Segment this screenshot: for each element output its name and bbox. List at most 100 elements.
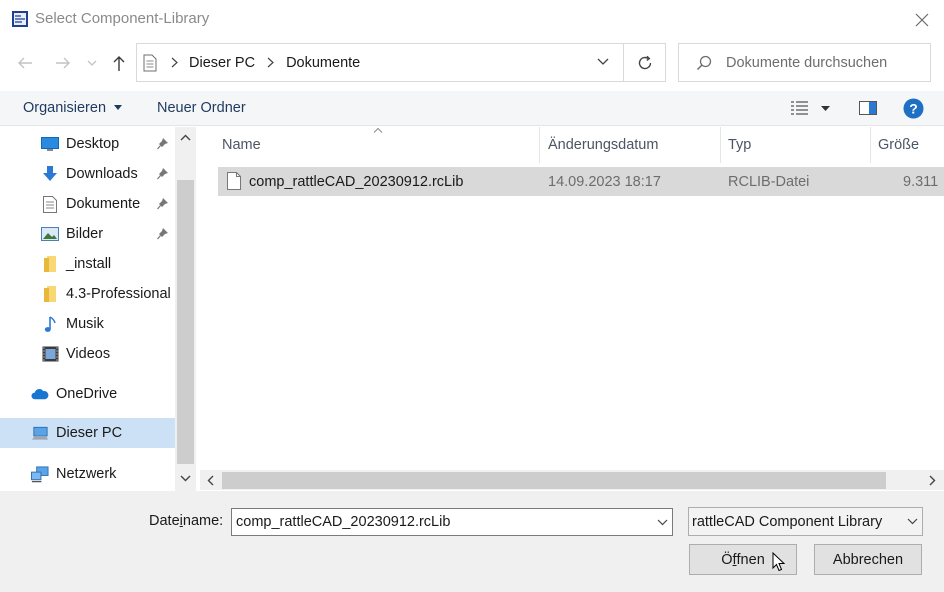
sidebar-item-label: Bilder [66, 226, 104, 242]
cancel-button[interactable]: Abbrechen [814, 544, 922, 575]
pin-icon[interactable] [157, 227, 169, 240]
music-icon [41, 315, 59, 333]
sidebar-item-label: Netzwerk [56, 466, 117, 482]
filetype-select[interactable]: rattleCAD Component Library [688, 507, 923, 536]
sidebar-item-desktop[interactable]: Desktop [41, 129, 119, 159]
file-name: comp_rattleCAD_20230912.rcLib [249, 174, 464, 190]
filename-field[interactable]: comp_rattleCAD_20230912.rcLib [231, 508, 673, 536]
chevron-down-icon[interactable] [657, 519, 668, 526]
file-type: RCLIB-Datei [728, 174, 810, 190]
column-divider[interactable] [870, 127, 871, 163]
view-dropdown-button[interactable] [821, 106, 830, 111]
sidebar-item-dieser-pc[interactable]: Dieser PC [31, 418, 122, 448]
pin-icon[interactable] [157, 197, 169, 210]
sidebar-item-label: Dieser PC [56, 425, 123, 441]
arrow-up-icon [112, 55, 126, 72]
pin-icon[interactable] [157, 167, 169, 180]
sidebar-item-onedrive[interactable]: OneDrive [31, 379, 117, 409]
breadcrumb-item[interactable]: Dokumente [286, 55, 360, 71]
help-icon: ? [903, 98, 924, 119]
downloads-icon [41, 165, 59, 183]
sidebar-item-downloads[interactable]: Downloads [41, 159, 138, 189]
recent-locations-button[interactable] [80, 48, 104, 78]
onedrive-icon [31, 385, 49, 403]
preview-pane-button[interactable] [859, 101, 877, 115]
back-button[interactable] [10, 48, 40, 78]
sidebar-item-label: Dokumente [66, 196, 141, 212]
network-icon [31, 465, 49, 483]
caret-down-icon [114, 105, 123, 110]
scroll-down-icon[interactable] [180, 475, 191, 482]
title-bar: Select Component-Library [0, 0, 944, 40]
app-icon [12, 11, 28, 27]
window-title: Select Component-Library [35, 10, 210, 27]
filename-value[interactable]: comp_rattleCAD_20230912.rcLib [236, 514, 450, 530]
organize-label: Organisieren [23, 100, 107, 116]
cursor-icon [772, 552, 785, 572]
command-bar: Organisieren Neuer Ordner ? [0, 91, 944, 126]
sidebar-scrollbar[interactable] [175, 127, 196, 491]
column-divider[interactable] [539, 127, 540, 163]
svg-text:?: ? [909, 101, 918, 117]
help-button[interactable]: ? [903, 98, 924, 119]
preview-pane-icon [859, 101, 877, 115]
chevron-right-icon [267, 57, 274, 68]
sidebar-scroll-thumb[interactable] [177, 180, 194, 464]
chevron-right-icon [171, 57, 178, 68]
refresh-icon [637, 55, 653, 71]
scroll-up-icon[interactable] [180, 134, 191, 141]
sidebar-item-label: Musik [66, 316, 104, 332]
computer-icon [31, 424, 49, 442]
arrow-right-icon [55, 56, 71, 70]
column-header-name[interactable]: Name [222, 137, 261, 153]
search-icon [696, 55, 712, 71]
sidebar-item-netzwerk[interactable]: Netzwerk [31, 459, 116, 489]
sidebar-item-install[interactable]: _install [41, 249, 111, 279]
table-row[interactable]: comp_rattleCAD_20230912.rcLib 14.09.2023… [218, 167, 944, 196]
open-label-part: Ö [721, 551, 733, 568]
search-input[interactable]: Dokumente durchsuchen [726, 55, 887, 71]
address-bar[interactable]: Dieser PC Dokumente [136, 43, 624, 82]
file-icon [227, 172, 241, 190]
sidebar-item-dokumente[interactable]: Dokumente [41, 189, 140, 219]
sidebar-item-label: Downloads [66, 166, 138, 182]
sidebar-item-videos[interactable]: Videos [41, 339, 110, 369]
address-dropdown-icon[interactable] [597, 58, 609, 66]
sidebar-item-bilder[interactable]: Bilder [41, 219, 103, 249]
view-options-button[interactable] [790, 101, 810, 119]
sidebar-item-label: 4.3-Professional [66, 286, 171, 302]
scroll-left-icon[interactable] [207, 475, 214, 486]
file-size: 9.311 [903, 174, 939, 190]
open-label-part: fnen [736, 551, 765, 568]
column-header-date[interactable]: Änderungsdatum [548, 137, 658, 153]
close-button[interactable] [900, 0, 944, 40]
organize-menu[interactable]: Organisieren [23, 100, 123, 116]
horizontal-scroll-thumb[interactable] [222, 472, 886, 489]
navigation-pane: Desktop Downloads Dokumente Bilder _inst… [0, 127, 196, 491]
folder-icon [41, 255, 59, 273]
documents-icon [142, 54, 158, 72]
up-button[interactable] [104, 48, 134, 78]
pin-icon[interactable] [157, 137, 169, 150]
filename-label: Dateiname: [149, 513, 223, 529]
column-header-type[interactable]: Typ [728, 137, 751, 153]
search-box[interactable]: Dokumente durchsuchen [678, 43, 931, 82]
sidebar-item-label: Desktop [66, 136, 120, 152]
refresh-button[interactable] [624, 43, 666, 82]
forward-button[interactable] [48, 48, 78, 78]
breadcrumb-item[interactable]: Dieser PC [189, 55, 255, 71]
arrow-left-icon [17, 56, 33, 70]
column-header-size[interactable]: Größe [878, 137, 919, 153]
videos-icon [41, 345, 59, 363]
desktop-icon [41, 135, 59, 153]
file-date: 14.09.2023 18:17 [548, 174, 661, 190]
filename-label-part: name: [182, 513, 224, 529]
scroll-right-icon[interactable] [929, 475, 936, 486]
filetype-value: rattleCAD Component Library [692, 513, 883, 530]
sidebar-item-musik[interactable]: Musik [41, 309, 104, 339]
close-icon [915, 13, 929, 27]
new-folder-button[interactable]: Neuer Ordner [157, 100, 246, 116]
sidebar-item-professional[interactable]: 4.3-Professional [41, 279, 171, 309]
column-divider[interactable] [720, 127, 721, 163]
caret-down-icon [821, 106, 830, 111]
